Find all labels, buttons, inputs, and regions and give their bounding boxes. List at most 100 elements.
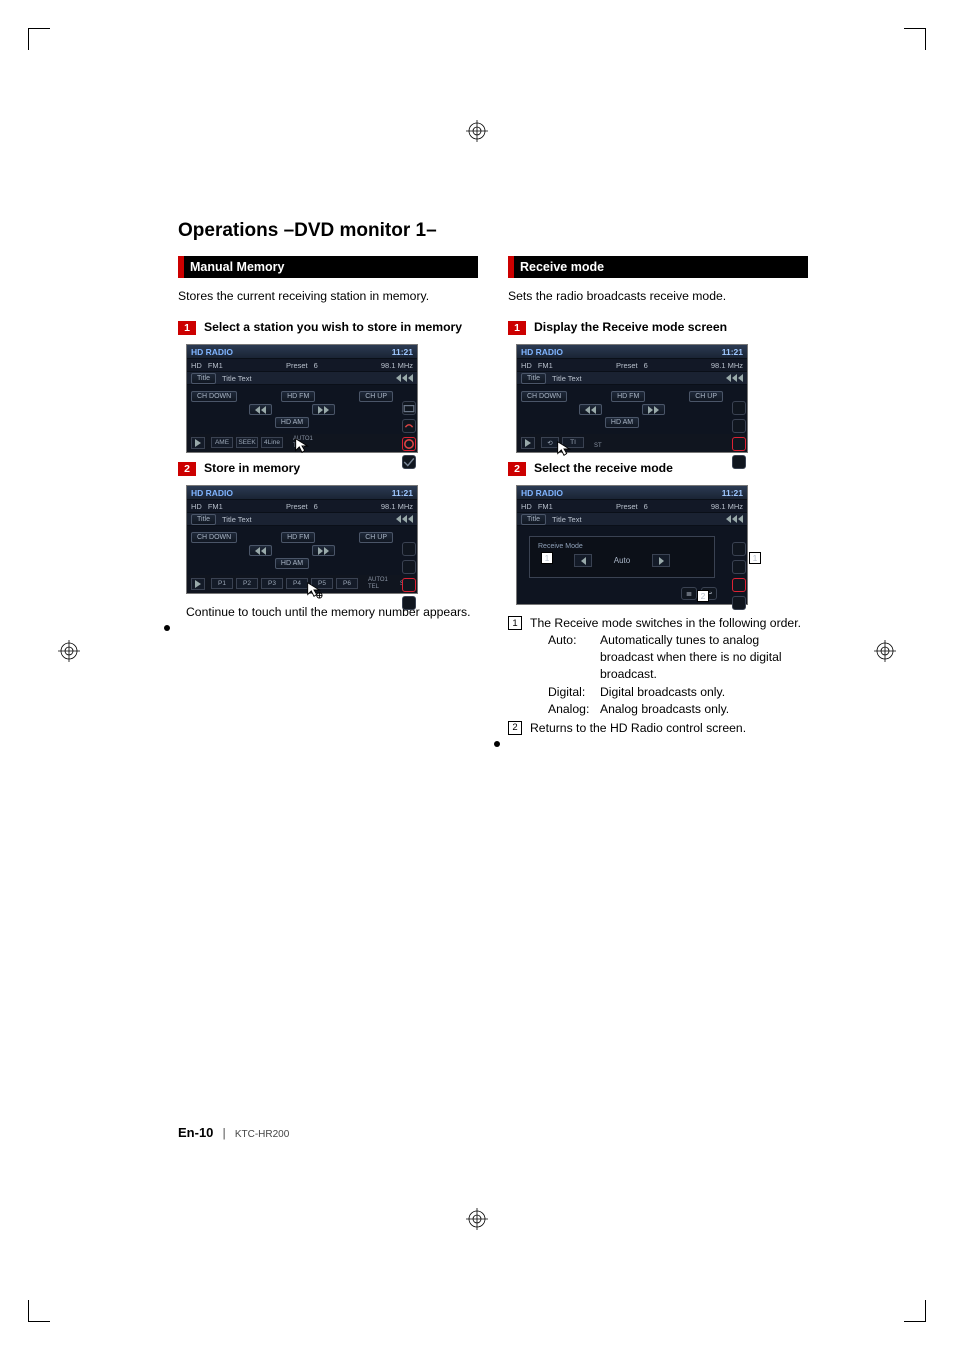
device-left-2: HD RADIO 11:21 HD FM1 Preset 6 98.1 MHz … (186, 485, 418, 594)
seek-next-button[interactable] (642, 404, 665, 415)
scroll-left-icon[interactable] (396, 515, 413, 523)
step2-caption: Continue to touch until the memory numbe… (186, 604, 478, 620)
band-indicator: FM1 (208, 361, 223, 370)
device-right-1: HD RADIO 11:21 HD FM1 Preset 6 98.1 MHz … (516, 344, 748, 453)
ch-down-button[interactable]: CH DOWN (191, 532, 237, 543)
preset-p1[interactable]: P1 (211, 578, 233, 589)
section-bar-manual-memory: Manual Memory (178, 256, 478, 278)
callout-1: 1 (541, 552, 553, 564)
note1-lead: The Receive mode switches in the followi… (530, 615, 808, 632)
frequency: 98.1 MHz (381, 502, 413, 511)
hd-am-button[interactable]: HD AM (275, 558, 309, 569)
preset-label: Preset (616, 502, 638, 511)
receive-mode-next[interactable] (652, 554, 670, 567)
hd-fm-button[interactable]: HD FM (281, 391, 315, 402)
side-icon-2[interactable] (402, 419, 416, 433)
ch-up-button[interactable]: CH UP (689, 391, 723, 402)
side-icon-4[interactable] (402, 596, 416, 610)
seek-next-button[interactable] (312, 545, 335, 556)
section-end-bullet (164, 625, 170, 631)
footer-model: KTC-HR200 (235, 1129, 289, 1140)
step-number: 2 (508, 462, 526, 476)
side-icon-3[interactable] (402, 578, 416, 592)
step-2: 2 Select the receive mode (508, 461, 808, 477)
play-button[interactable] (191, 578, 205, 590)
crop-mark-tr (904, 28, 926, 50)
title-button[interactable]: Title (521, 373, 546, 384)
registration-mark-top (466, 120, 488, 142)
step-number: 1 (508, 321, 526, 335)
hd-fm-button[interactable]: HD FM (611, 391, 645, 402)
ch-up-button[interactable]: CH UP (359, 391, 393, 402)
preset-label: Preset (286, 502, 308, 511)
side-icon-2[interactable] (732, 419, 746, 433)
side-icon-1[interactable] (732, 401, 746, 415)
title-button[interactable]: Title (521, 514, 546, 525)
seek-prev-button[interactable] (579, 404, 602, 415)
side-icon-2[interactable] (402, 560, 416, 574)
frequency: 98.1 MHz (381, 361, 413, 370)
page-number: En-10 (178, 1125, 213, 1140)
step-label: Select a station you wish to store in me… (204, 320, 462, 336)
soft-4line[interactable]: 4Line (261, 437, 283, 448)
ch-down-button[interactable]: CH DOWN (191, 391, 237, 402)
hd-am-button[interactable]: HD AM (605, 417, 639, 428)
ch-up-button[interactable]: CH UP (359, 532, 393, 543)
side-icon-1[interactable] (732, 542, 746, 556)
note1-digital-key: Digital: (548, 684, 594, 701)
crop-mark-tl (28, 28, 50, 50)
seek-next-button[interactable] (312, 404, 335, 415)
note1-digital-val: Digital broadcasts only. (600, 684, 725, 701)
foot-icon-list[interactable]: ≣ (681, 587, 697, 600)
scroll-left-icon[interactable] (726, 515, 743, 523)
registration-mark-left (58, 640, 80, 662)
receive-mode-value: Auto (602, 556, 642, 565)
title-text: Title Text (222, 515, 252, 524)
play-button[interactable] (191, 437, 205, 449)
step-1: 1 Select a station you wish to store in … (178, 320, 478, 336)
scroll-left-icon[interactable] (396, 374, 413, 382)
device-left-1: HD RADIO 11:21 HD FM1 Preset 6 98.1 MHz … (186, 344, 418, 453)
section-bar-receive-mode: Receive mode (508, 256, 808, 278)
hd-am-button[interactable]: HD AM (275, 417, 309, 428)
play-button[interactable] (521, 437, 535, 449)
side-icon-3[interactable] (732, 578, 746, 592)
band-indicator: FM1 (538, 361, 553, 370)
side-icon-2[interactable] (732, 560, 746, 574)
left-column: Manual Memory Stores the current receivi… (178, 256, 478, 747)
side-icon-4[interactable] (402, 455, 416, 469)
step-label: Display the Receive mode screen (534, 320, 727, 336)
ch-down-button[interactable]: CH DOWN (521, 391, 567, 402)
registration-mark-bottom (466, 1208, 488, 1230)
seek-prev-button[interactable] (249, 404, 272, 415)
section-title: Manual Memory (184, 260, 284, 274)
preset-p2[interactable]: P2 (236, 578, 258, 589)
title-text: Title Text (552, 374, 582, 383)
side-icon-4[interactable] (732, 455, 746, 469)
device-brand: HD RADIO (191, 347, 233, 357)
step-label: Store in memory (204, 461, 300, 477)
band-indicator: FM1 (208, 502, 223, 511)
section-end-bullet (494, 741, 500, 747)
soft-seek[interactable]: SEEK (236, 437, 258, 448)
side-icon-4[interactable] (732, 596, 746, 610)
side-icon-1[interactable] (402, 542, 416, 556)
preset-p6[interactable]: P6 (336, 578, 358, 589)
title-button[interactable]: Title (191, 373, 216, 384)
crop-mark-br (904, 1300, 926, 1322)
soft-ame[interactable]: AME (211, 437, 233, 448)
side-icon-3[interactable] (402, 437, 416, 451)
scroll-left-icon[interactable] (726, 374, 743, 382)
hd-fm-button[interactable]: HD FM (281, 532, 315, 543)
callout-1b: 1 (749, 552, 761, 564)
receive-mode-prev[interactable] (574, 554, 592, 567)
side-icon-3[interactable] (732, 437, 746, 451)
seek-prev-button[interactable] (249, 545, 272, 556)
step-number: 2 (178, 462, 196, 476)
preset-p3[interactable]: P3 (261, 578, 283, 589)
side-icon-1[interactable] (402, 401, 416, 415)
hd-indicator: HD (191, 361, 202, 370)
title-button[interactable]: Title (191, 514, 216, 525)
step-1: 1 Display the Receive mode screen (508, 320, 808, 336)
step-2: 2 Store in memory (178, 461, 478, 477)
